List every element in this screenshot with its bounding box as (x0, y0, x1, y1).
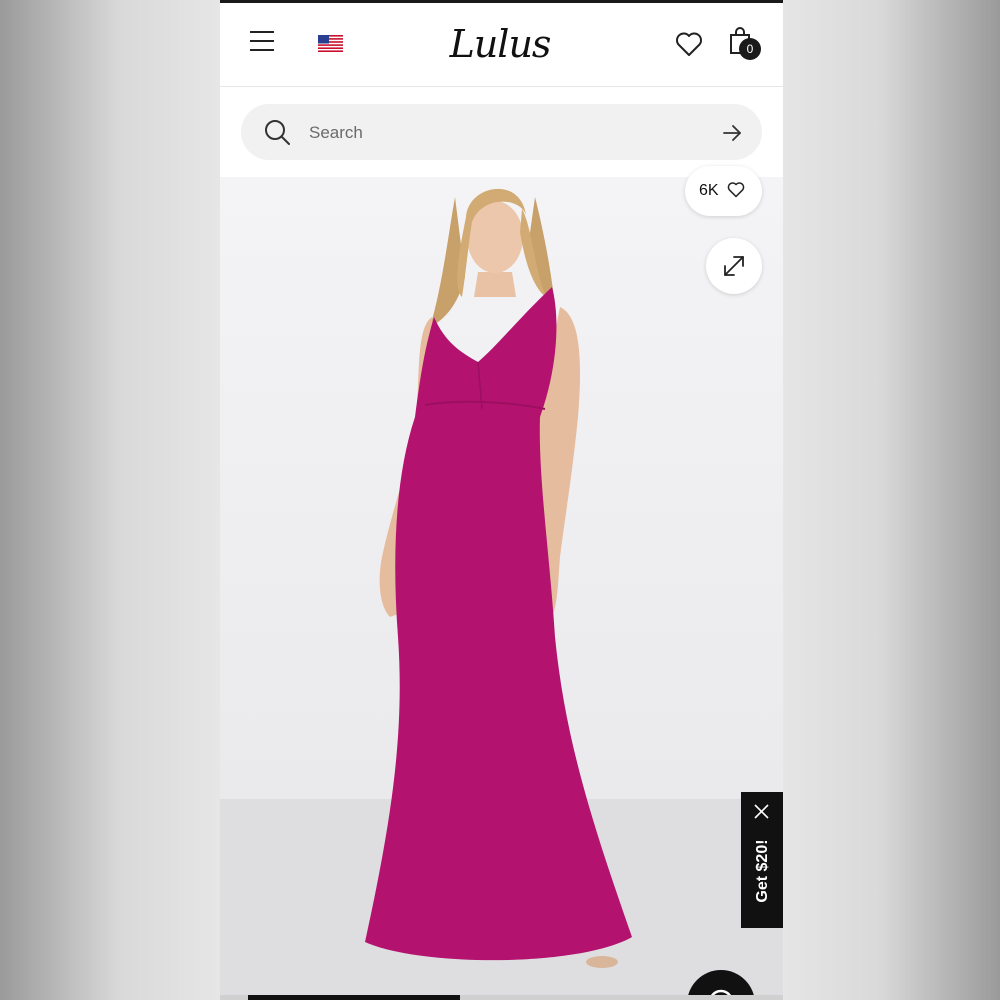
promo-label[interactable]: Get $20! (754, 821, 772, 921)
close-icon[interactable] (754, 804, 769, 819)
image-carousel-progress (220, 995, 783, 1000)
likes-count: 6K (699, 182, 719, 199)
hamburger-menu-icon[interactable] (250, 31, 274, 51)
search-bar[interactable] (241, 104, 762, 160)
us-flag-icon[interactable] (318, 35, 343, 52)
arrow-right-icon[interactable] (721, 122, 743, 144)
carousel-active-indicator (248, 995, 460, 1000)
promo-tab[interactable]: Get $20! (741, 792, 783, 928)
search-icon (265, 120, 290, 145)
expand-arrows-icon (724, 256, 744, 276)
expand-image-button[interactable] (706, 238, 762, 294)
heart-outline-icon[interactable] (675, 31, 703, 57)
bag-count-badge: 0 (739, 38, 761, 60)
product-image[interactable] (220, 177, 783, 1000)
search-input[interactable] (307, 116, 691, 150)
lulus-logo[interactable]: Lulus (440, 19, 560, 69)
mobile-viewport: Lulus 0 Search 6K Get $20! (220, 0, 783, 1000)
heart-outline-icon (727, 182, 745, 198)
likes-button[interactable]: 6K (685, 166, 762, 216)
site-header: Lulus 0 (220, 3, 783, 87)
model-in-dress-illustration (365, 188, 632, 968)
